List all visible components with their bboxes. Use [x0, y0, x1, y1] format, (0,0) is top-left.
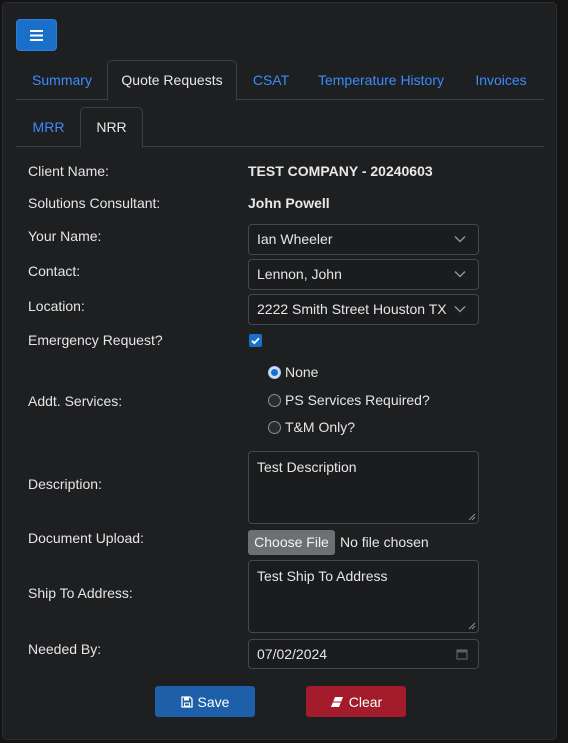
needed-by-label: Needed By:: [28, 641, 102, 657]
tab-invoices[interactable]: Invoices: [466, 60, 536, 100]
services-option-label: T&M Only?: [285, 419, 356, 435]
chevron-down-icon: [454, 235, 466, 243]
tab-mrr[interactable]: MRR: [21, 107, 76, 147]
tab-temperature-history[interactable]: Temperature History: [311, 60, 451, 100]
radio-unselected[interactable]: [268, 420, 281, 434]
calendar-icon[interactable]: [456, 648, 468, 660]
quote-request-panel: Summary Quote Requests CSAT Temperature …: [2, 2, 557, 740]
choose-file-button[interactable]: Choose File: [248, 530, 335, 555]
description-label: Description:: [28, 476, 102, 492]
resize-grip-icon[interactable]: [468, 513, 476, 521]
contact-label: Contact:: [28, 263, 81, 279]
solutions-consultant-label: Solutions Consultant:: [28, 195, 161, 211]
location-value: 2222 Smith Street Houston TX: [257, 301, 447, 317]
ship-to-value: Test Ship To Address: [257, 568, 388, 584]
services-option-tm[interactable]: T&M Only?: [268, 419, 355, 435]
services-label: Addt. Services:: [28, 393, 123, 409]
emergency-label: Emergency Request?: [28, 332, 163, 348]
contact-select[interactable]: Lennon, John: [248, 259, 479, 290]
document-upload-label: Document Upload:: [28, 530, 144, 546]
save-label: Save: [197, 693, 230, 710]
client-name-label: Client Name:: [28, 163, 109, 179]
menu-toggle-button[interactable]: [16, 19, 57, 51]
clear-label: Clear: [348, 693, 383, 710]
client-name-value: TEST COMPANY - 20240603: [248, 163, 433, 179]
main-tabs: Summary Quote Requests CSAT Temperature …: [16, 60, 544, 101]
solutions-consultant-value: John Powell: [248, 195, 330, 211]
tab-csat[interactable]: CSAT: [241, 60, 301, 100]
radio-unselected[interactable]: [268, 393, 281, 407]
services-option-ps[interactable]: PS Services Required?: [268, 392, 430, 408]
sub-tabs: MRR NRR: [16, 107, 544, 148]
description-value: Test Description: [257, 459, 357, 475]
tab-summary[interactable]: Summary: [21, 60, 103, 100]
radio-selected[interactable]: [268, 365, 281, 379]
emergency-checkbox[interactable]: [249, 334, 262, 347]
ship-to-label: Ship To Address:: [28, 585, 133, 601]
resize-grip-icon[interactable]: [468, 622, 476, 630]
services-option-label: PS Services Required?: [285, 392, 430, 408]
location-select[interactable]: 2222 Smith Street Houston TX: [248, 294, 479, 325]
chevron-down-icon: [454, 305, 466, 313]
your-name-value: Ian Wheeler: [257, 231, 333, 247]
services-option-none[interactable]: None: [268, 364, 318, 380]
clear-button[interactable]: Clear: [306, 686, 406, 717]
services-option-label: None: [285, 364, 319, 380]
checkmark-icon: [251, 337, 260, 345]
location-label: Location:: [28, 298, 85, 314]
eraser-icon: [330, 696, 343, 707]
your-name-select[interactable]: Ian Wheeler: [248, 224, 479, 255]
file-status-text: No file chosen: [340, 534, 429, 550]
your-name-label: Your Name:: [28, 228, 102, 244]
hamburger-icon: [30, 29, 43, 41]
chevron-down-icon: [454, 270, 466, 278]
tab-quote-requests[interactable]: Quote Requests: [107, 60, 237, 101]
ship-to-textarea[interactable]: Test Ship To Address: [248, 560, 479, 633]
needed-by-value: 07/02/2024: [257, 646, 328, 662]
contact-value: Lennon, John: [257, 266, 342, 282]
description-textarea[interactable]: Test Description: [248, 451, 479, 524]
save-button[interactable]: Save: [155, 686, 255, 717]
needed-by-date-input[interactable]: 07/02/2024: [248, 639, 479, 669]
floppy-disk-icon: [180, 695, 193, 708]
tab-nrr[interactable]: NRR: [80, 107, 143, 148]
